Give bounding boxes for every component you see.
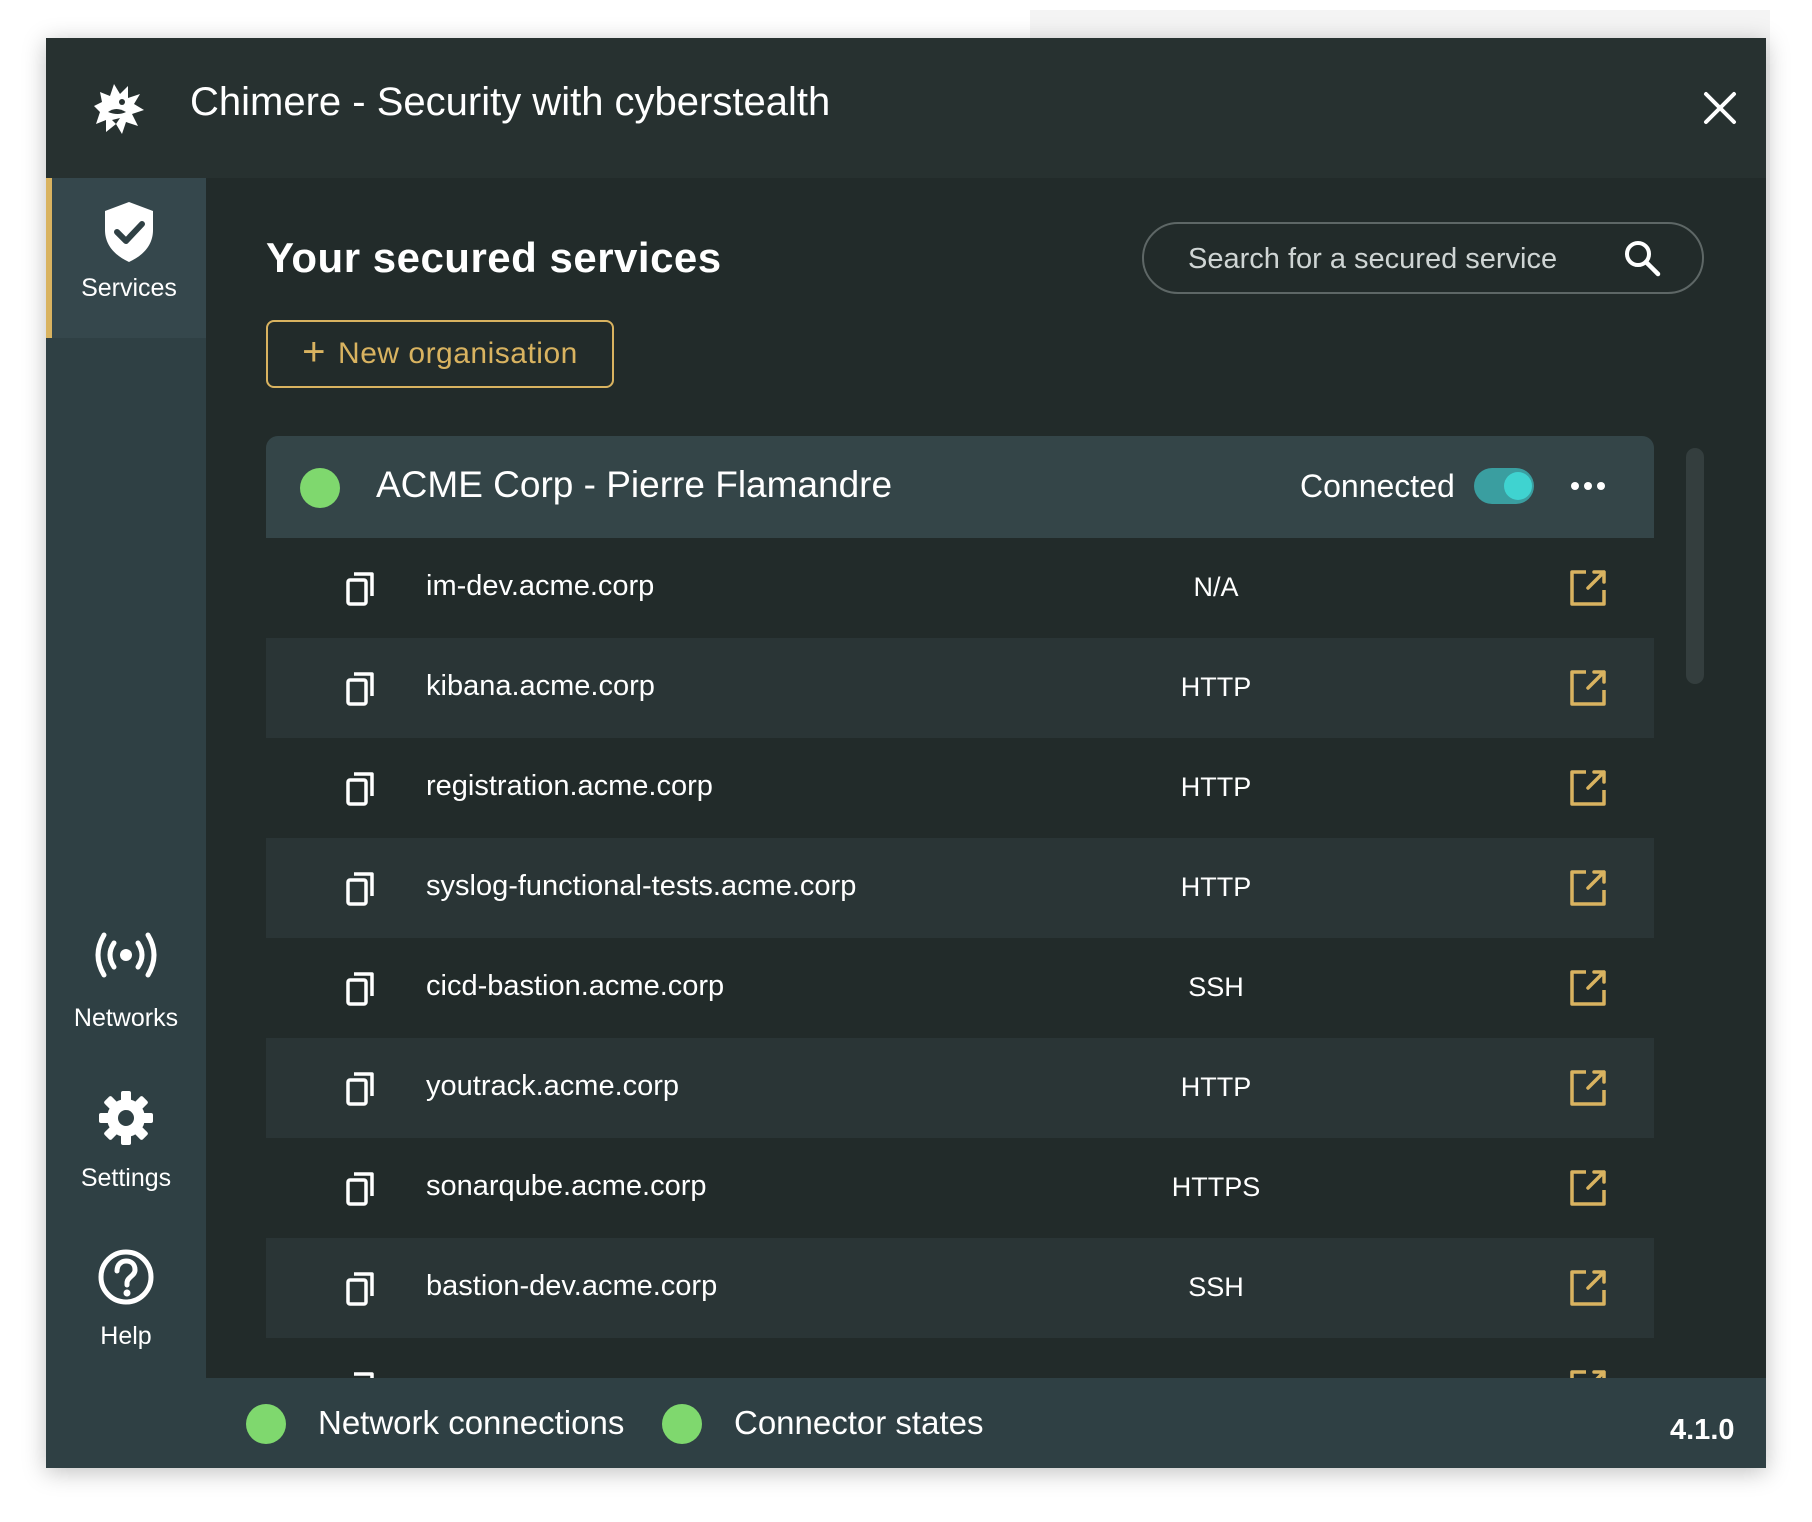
main-content: Your secured services + New organisation… xyxy=(206,178,1766,1378)
service-host: bastion-dev.acme.corp xyxy=(426,1270,718,1302)
copy-icon[interactable] xyxy=(342,868,382,908)
page-title: Your secured services xyxy=(266,234,722,281)
service-host: cicd-bastion.acme.corp xyxy=(426,970,725,1002)
plus-icon: + xyxy=(302,330,327,374)
organisation-header: ACME Corp - Pierre Flamandre Connected xyxy=(266,436,1654,538)
more-options-icon[interactable] xyxy=(1566,466,1610,506)
copy-icon[interactable] xyxy=(342,968,382,1008)
service-protocol: N/A xyxy=(1193,572,1239,602)
service-host: im-dev.acme.corp xyxy=(426,570,655,602)
service-protocol: HTTP xyxy=(1180,672,1252,702)
open-external-icon[interactable] xyxy=(1566,866,1610,910)
service-host: kibana.acme.corp xyxy=(426,670,655,702)
sidebar-item-label: Services xyxy=(81,274,177,302)
service-host: registration.acme.corp xyxy=(426,770,713,802)
service-protocol: HTTP xyxy=(1180,772,1252,802)
copy-icon[interactable] xyxy=(342,1268,382,1308)
table-row: syslog-functional-tests.acme.corp HTTP xyxy=(266,838,1654,938)
copy-icon[interactable] xyxy=(342,1368,382,1378)
chimere-logo-icon xyxy=(94,84,144,134)
scrollbar[interactable] xyxy=(1686,448,1704,684)
version-label: 4.1.0 xyxy=(1670,1414,1735,1446)
service-protocol: SSH xyxy=(1188,972,1244,1002)
connector-states-label: Connector states xyxy=(734,1404,984,1441)
sidebar-item-label: Help xyxy=(100,1322,152,1350)
toggle-knob xyxy=(1504,472,1532,500)
sidebar-item-services[interactable]: Services xyxy=(46,178,206,338)
search-input[interactable] xyxy=(1186,238,1610,280)
organisation-card: ACME Corp - Pierre Flamandre Connected i… xyxy=(266,436,1654,1378)
help-circle-icon xyxy=(98,1249,154,1305)
app-window: Chimere - Security with cyberstealth Ser… xyxy=(46,38,1766,1468)
table-row: cicd-bastion.acme.corp SSH xyxy=(266,938,1654,1038)
sidebar-item-label: Networks xyxy=(73,1004,179,1032)
organisation-status-dot xyxy=(300,468,340,508)
open-external-icon[interactable] xyxy=(1566,766,1610,810)
open-external-icon[interactable] xyxy=(1566,1266,1610,1310)
connector-status-dot xyxy=(662,1404,702,1444)
open-external-icon[interactable] xyxy=(1566,666,1610,710)
sidebar: Services Networks Settings Help xyxy=(46,178,206,1468)
organisation-status: Connected xyxy=(1300,468,1455,504)
network-status-dot xyxy=(246,1404,286,1444)
status-footer: Network connections Connector states 4.1… xyxy=(206,1378,1766,1468)
gear-icon xyxy=(99,1091,153,1145)
table-row: registration.acme.corp HTTP xyxy=(266,738,1654,838)
new-organisation-label: New organisation xyxy=(338,337,578,370)
copy-icon[interactable] xyxy=(342,668,382,708)
service-protocol: HTTP xyxy=(1180,872,1252,902)
broadcast-icon xyxy=(95,932,157,978)
title-bar: Chimere - Security with cyberstealth xyxy=(46,38,1766,178)
copy-icon[interactable] xyxy=(342,1068,382,1108)
service-host: sonarqube.acme.corp xyxy=(426,1170,707,1202)
open-external-icon[interactable] xyxy=(1566,1166,1610,1210)
sidebar-item-label: Settings xyxy=(80,1164,172,1192)
open-external-icon[interactable] xyxy=(1566,1366,1610,1378)
service-host: youtrack.acme.corp xyxy=(426,1070,680,1102)
service-protocol: HTTPS xyxy=(1171,1172,1261,1202)
table-row: im-dev.acme.corp N/A xyxy=(266,538,1654,638)
open-external-icon[interactable] xyxy=(1566,966,1610,1010)
close-icon[interactable] xyxy=(1698,86,1742,130)
sidebar-item-settings[interactable]: Settings xyxy=(46,1090,206,1220)
shield-check-icon xyxy=(105,202,153,262)
service-protocol: SSH xyxy=(1188,1272,1244,1302)
search-box xyxy=(1142,222,1704,294)
service-host: syslog-functional-tests.acme.corp xyxy=(426,870,857,902)
table-row xyxy=(266,1338,1654,1378)
table-row: sonarqube.acme.corp HTTPS xyxy=(266,1138,1654,1238)
open-external-icon[interactable] xyxy=(1566,566,1610,610)
copy-icon[interactable] xyxy=(342,768,382,808)
table-row: youtrack.acme.corp HTTP xyxy=(266,1038,1654,1138)
copy-icon[interactable] xyxy=(342,1168,382,1208)
table-row: kibana.acme.corp HTTP xyxy=(266,638,1654,738)
connection-toggle[interactable] xyxy=(1474,468,1534,504)
search-icon[interactable] xyxy=(1622,238,1662,278)
sidebar-item-networks[interactable]: Networks xyxy=(46,930,206,1060)
network-connections-label: Network connections xyxy=(318,1404,625,1441)
app-title: Chimere - Security with cyberstealth xyxy=(190,80,831,124)
sidebar-item-help[interactable]: Help xyxy=(46,1248,206,1378)
table-row: bastion-dev.acme.corp SSH xyxy=(266,1238,1654,1338)
service-protocol: HTTP xyxy=(1180,1072,1252,1102)
new-organisation-button[interactable]: + New organisation xyxy=(266,320,614,388)
organisation-name: ACME Corp - Pierre Flamandre xyxy=(376,464,893,505)
copy-icon[interactable] xyxy=(342,568,382,608)
open-external-icon[interactable] xyxy=(1566,1066,1610,1110)
